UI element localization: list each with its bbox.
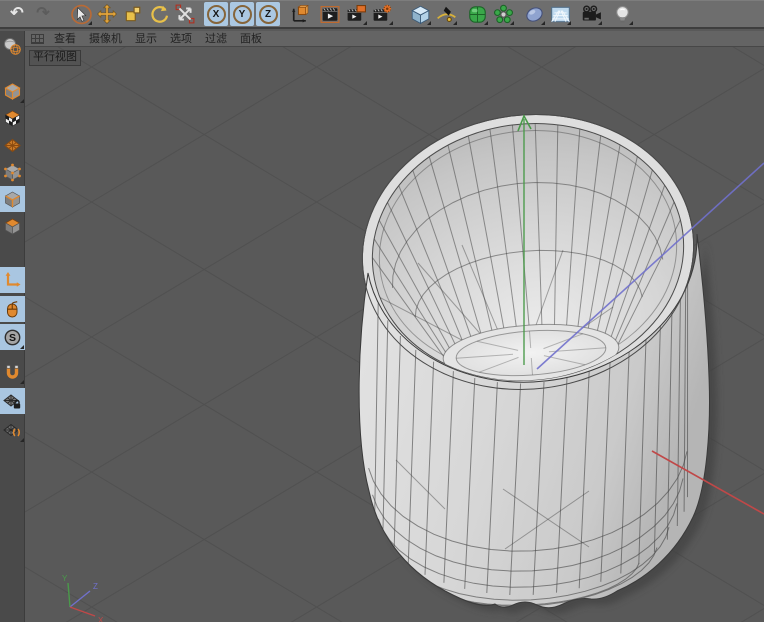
scale-icon <box>123 4 143 24</box>
texture-mode-icon <box>3 109 22 128</box>
viewport-solo-button[interactable] <box>0 296 25 322</box>
lock-x-axis-button[interactable]: X <box>204 2 228 26</box>
polygons-mode-button[interactable] <box>0 213 25 239</box>
light-bulb-icon <box>612 4 633 25</box>
polygons-mode-icon <box>3 217 22 236</box>
movie-camera-icon <box>580 4 602 25</box>
coordinate-system-icon <box>289 4 310 25</box>
menu-options[interactable]: 选项 <box>170 32 192 46</box>
subdivision-surface-button[interactable] <box>465 2 489 26</box>
light-button[interactable] <box>610 2 634 26</box>
points-mode-button[interactable] <box>0 159 25 185</box>
workplane-lock-icon <box>3 392 22 411</box>
axis-gizmo: Y Z X <box>62 574 104 622</box>
redo-button[interactable]: ↷ <box>31 2 55 26</box>
rotate-tool-button[interactable] <box>147 2 171 26</box>
lock-y-axis-button[interactable]: Y <box>230 2 254 26</box>
gizmo-y-label: Y <box>62 574 68 583</box>
menu-display[interactable]: 显示 <box>135 32 157 46</box>
viewport-menubar: 查看 摄像机 显示 选项 过滤 面板 <box>25 31 764 47</box>
snap-icon: S <box>3 328 22 347</box>
enable-axis-icon <box>3 271 22 290</box>
live-selection-button[interactable] <box>69 2 93 26</box>
workplane-mode-button[interactable] <box>0 132 25 158</box>
menu-panel[interactable]: 面板 <box>240 32 262 46</box>
camera-button[interactable] <box>579 2 603 26</box>
render-settings-button[interactable] <box>370 2 394 26</box>
gizmo-x-label: X <box>98 616 104 622</box>
y-axis-icon: Y <box>233 5 252 24</box>
make-editable-icon <box>3 37 22 56</box>
array-generator-icon <box>493 4 514 25</box>
render-settings-icon <box>371 4 393 25</box>
model-mode-button[interactable] <box>0 78 25 104</box>
make-editable-button[interactable] <box>0 33 25 59</box>
redo-icon: ↷ <box>36 6 49 22</box>
workplane-align-icon <box>3 421 22 440</box>
menu-filter[interactable]: 过滤 <box>205 32 227 46</box>
mouse-icon <box>3 300 22 319</box>
render-view-icon <box>319 4 341 25</box>
svg-text:S: S <box>9 332 16 344</box>
pen-icon <box>436 4 457 25</box>
mode-sidebar: S <box>0 31 25 622</box>
points-mode-icon <box>3 163 22 182</box>
move-tool-button[interactable] <box>95 2 119 26</box>
coordinate-system-button[interactable] <box>287 2 311 26</box>
view-name-label: 平行视图 <box>29 50 81 66</box>
enable-axis-button[interactable] <box>0 267 25 293</box>
z-axis-icon: Z <box>259 5 278 24</box>
rotate-icon <box>149 4 169 24</box>
texture-mode-button[interactable] <box>0 105 25 131</box>
subdivision-surface-icon <box>467 4 488 25</box>
menu-view[interactable]: 查看 <box>54 32 76 46</box>
move-icon <box>97 4 117 24</box>
viewport-panel: 查看 摄像机 显示 选项 过滤 面板 平行视图 <box>25 31 764 622</box>
workplane-mode-icon <box>3 136 22 155</box>
edges-mode-button[interactable] <box>0 186 25 212</box>
floor-environment-button[interactable] <box>548 2 572 26</box>
render-picture-viewer-button[interactable] <box>344 2 368 26</box>
viewport-canvas[interactable]: 平行视图 Y <box>25 47 764 622</box>
render-view-button[interactable] <box>318 2 342 26</box>
last-tool-button[interactable] <box>173 2 197 26</box>
menu-camera[interactable]: 摄像机 <box>89 32 122 46</box>
generators-button[interactable] <box>491 2 515 26</box>
snap-button[interactable]: S <box>0 324 25 350</box>
edges-mode-icon <box>3 190 22 209</box>
cube-primitive-icon <box>410 4 431 25</box>
live-selection-icon <box>71 4 92 25</box>
undo-icon: ↶ <box>10 6 23 22</box>
render-picture-viewer-icon <box>345 4 367 25</box>
application-window: ↶ ↷ <box>0 0 764 622</box>
scale-tool-button[interactable] <box>121 2 145 26</box>
add-cube-primitive-button[interactable] <box>408 2 432 26</box>
workplane-lock-button[interactable] <box>0 388 25 414</box>
spline-pen-button[interactable] <box>434 2 458 26</box>
gizmo-z-label: Z <box>93 582 98 591</box>
scene-3d-cup-model: Y Z X <box>25 47 764 622</box>
main-toolbar: ↶ ↷ <box>0 0 764 29</box>
magnet-icon <box>3 363 22 382</box>
viewport-grid-menu-icon[interactable] <box>31 34 44 44</box>
blob-icon <box>524 4 545 25</box>
volume-button[interactable] <box>522 2 546 26</box>
model-mode-icon <box>3 82 22 101</box>
undo-button[interactable]: ↶ <box>5 2 29 26</box>
tool-swap-icon <box>175 4 195 24</box>
magnet-snap-button[interactable] <box>0 359 25 385</box>
workplane-align-button[interactable] <box>0 417 25 443</box>
floor-grid-icon <box>550 4 571 25</box>
x-axis-icon: X <box>207 5 226 24</box>
lock-z-axis-button[interactable]: Z <box>256 2 280 26</box>
